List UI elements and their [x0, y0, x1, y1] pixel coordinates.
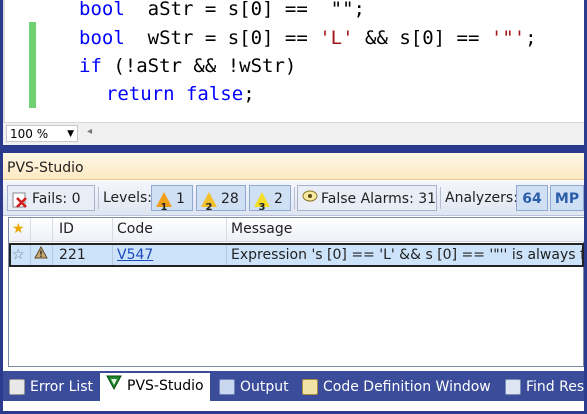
level-3-button[interactable]: 32: [249, 185, 291, 213]
fails-label: Fails: 0: [32, 191, 81, 207]
editor-status-row: 100 % ▼ ◂: [3, 122, 584, 145]
scroll-left-icon[interactable]: ◂: [87, 126, 92, 137]
code-column-header[interactable]: Code: [113, 218, 227, 241]
code-line: bool wStr = s[0] == 'L' && s[0] == '"';: [79, 27, 537, 49]
row-message: Expression 's [0] == 'L' && s [0] == '"'…: [231, 247, 584, 263]
tab-error-list[interactable]: Error List: [9, 374, 93, 400]
row-id: 221: [53, 245, 113, 265]
pvs-studio-icon: [106, 373, 122, 399]
row-code-link[interactable]: V547: [113, 245, 227, 265]
zoom-value: 100 %: [10, 127, 49, 141]
level-3-count: 2: [274, 191, 283, 207]
warning-level-3-icon: 3: [254, 191, 270, 213]
find-results-icon: [505, 379, 521, 395]
code-line: if (!aStr && !wStr): [79, 55, 297, 77]
tab-code-definition-window[interactable]: Code Definition Window: [302, 374, 491, 400]
code-editor[interactable]: bool aStr = s[0] == ""; bool wStr = s[0] …: [3, 0, 584, 122]
level-1-count: 1: [176, 191, 185, 207]
level-1-button[interactable]: 11: [151, 185, 193, 213]
chevron-down-icon: ▼: [67, 129, 74, 139]
false-alarms-label: False Alarms: 31: [321, 191, 437, 207]
messages-table: ★ ID Code Message ☆ 221 V547 Expression …: [8, 217, 584, 367]
false-alarm-icon: [302, 186, 318, 212]
favorite-star-icon[interactable]: ☆: [11, 245, 31, 265]
toolbar-separator: [98, 187, 99, 209]
fails-button[interactable]: Fails: 0: [7, 185, 95, 211]
output-icon: [219, 379, 235, 395]
message-column-header[interactable]: Message: [227, 218, 584, 241]
levels-label: Levels:: [103, 190, 152, 206]
toolbar-separator: [440, 187, 441, 209]
star-icon: ★: [12, 221, 25, 237]
warning-icon: [31, 245, 53, 265]
level-column-header[interactable]: [31, 218, 53, 241]
toolbar-separator: [294, 187, 295, 209]
level-2-button[interactable]: 2 28: [196, 185, 246, 213]
ide-window: bool aStr = s[0] == ""; bool wStr = s[0] …: [3, 0, 584, 411]
table-row[interactable]: ☆ 221 V547 Expression 's [0] == 'L' && s…: [9, 243, 584, 267]
analyzers-label: Analyzers:: [445, 190, 518, 206]
tab-pvs-studio[interactable]: PVS-Studio: [100, 373, 210, 401]
tool-window-title: PVS-Studio: [3, 153, 584, 180]
tab-output[interactable]: Output: [219, 374, 289, 400]
change-indicator: [29, 22, 36, 108]
code-line: return false;: [105, 83, 255, 105]
code-line: bool aStr = s[0] == "";: [79, 0, 365, 20]
splitter[interactable]: [3, 145, 584, 153]
bottom-tab-strip: Error List PVS-Studio Output Code Defini…: [3, 371, 584, 401]
false-alarms-button[interactable]: False Alarms: 31: [297, 185, 437, 211]
analyzer-64-button[interactable]: 64: [516, 185, 548, 211]
zoom-dropdown[interactable]: 100 % ▼: [6, 125, 78, 142]
pvs-toolbar: Fails: 0 Levels: 11 2 28 32 False Alarms:…: [3, 181, 584, 216]
error-list-icon: [9, 379, 25, 395]
editor-margin: [3, 0, 5, 122]
warning-level-1-icon: 1: [156, 191, 172, 213]
warning-level-2-icon: 2: [201, 191, 217, 213]
favorite-column-header[interactable]: ★: [9, 218, 31, 241]
id-column-header[interactable]: ID: [53, 218, 113, 241]
analyzer-mp-button[interactable]: MP: [550, 185, 584, 211]
fails-icon: [12, 191, 28, 208]
code-definition-icon: [302, 379, 318, 395]
table-header: ★ ID Code Message: [9, 218, 584, 242]
level-2-count: 28: [221, 191, 239, 207]
tab-find-results[interactable]: Find Res: [505, 374, 584, 400]
